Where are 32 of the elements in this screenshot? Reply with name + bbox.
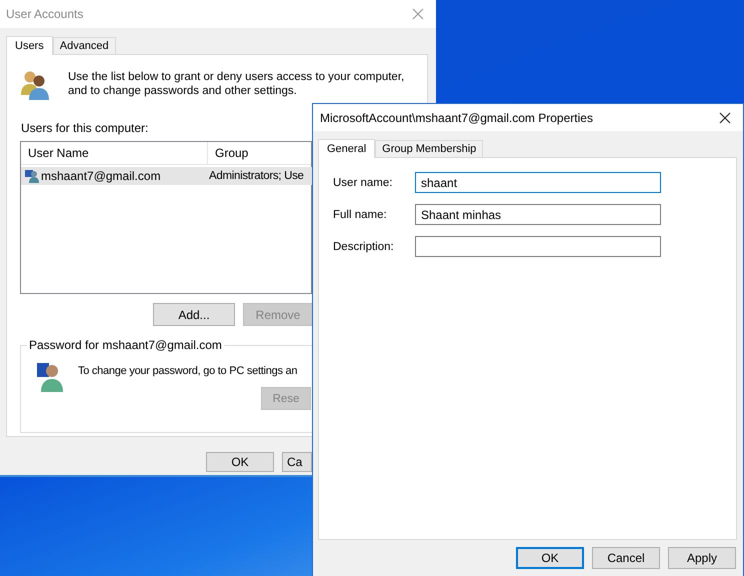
tab[interactable]: General — [318, 139, 376, 158]
ok-button[interactable]: OK — [516, 547, 584, 569]
field-label: Description: — [333, 240, 395, 252]
ok-button[interactable]: OK — [206, 452, 274, 472]
input-field[interactable]: shaant — [415, 172, 661, 193]
column-header[interactable]: Group — [208, 142, 248, 164]
add-button[interactable]: Add... — [153, 303, 235, 326]
password-hint-text: To change your password, go to PC settings an — [78, 365, 298, 377]
group-title: Password for mshaant7@gmail.com — [27, 338, 224, 352]
window-title: User Accounts — [6, 7, 84, 21]
apply-button[interactable]: Apply — [668, 547, 736, 569]
user-monitor-icon — [35, 361, 65, 393]
tab[interactable]: Group Membership — [375, 140, 484, 157]
close-icon[interactable] — [719, 112, 731, 124]
field-label: User name: — [333, 176, 394, 188]
tab[interactable]: Users — [6, 36, 53, 55]
input-field[interactable] — [415, 236, 661, 257]
users-icon — [20, 69, 50, 101]
table-cell: Administrators; Use — [209, 170, 304, 182]
table-cell-text: mshaant7@gmail.com — [40, 169, 162, 183]
user-icon — [25, 169, 39, 183]
tab[interactable]: Advanced — [52, 37, 116, 54]
window-title: MicrosoftAccount\mshaant7@gmail.com Properties — [320, 110, 593, 124]
user-list[interactable]: User Name Group mshaant7@gmail.com Administrators; Use — [20, 141, 312, 294]
user-row[interactable]: mshaant7@gmail.com Administrators; Use — [21, 167, 314, 185]
cancel-button[interactable]: Cancel — [592, 547, 660, 569]
users-label: Users for this computer: — [21, 121, 150, 135]
cancel-button[interactable]: Ca — [282, 452, 312, 472]
field-label: Full name: — [333, 208, 388, 220]
input-field[interactable]: Shaant minhas — [415, 204, 661, 225]
intro-text: Use the list below to grant or deny users access to your computer, and to change passwords and other settings. — [68, 70, 404, 98]
column-header[interactable]: User Name — [21, 142, 208, 164]
